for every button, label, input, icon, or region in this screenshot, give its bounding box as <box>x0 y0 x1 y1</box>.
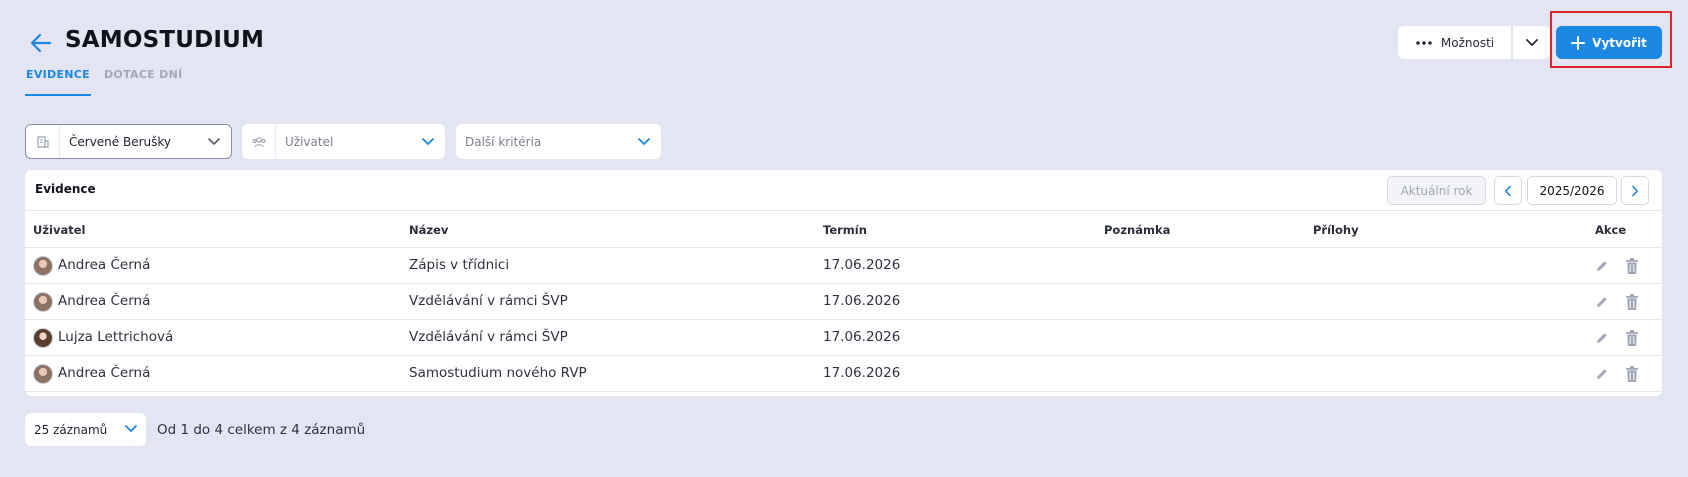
plus-icon <box>1571 35 1586 50</box>
more-criteria-placeholder: Další kritéria <box>465 134 542 149</box>
arrow-left-icon <box>30 33 52 53</box>
column-header-note[interactable]: Poznámka <box>1104 223 1170 237</box>
current-year-button[interactable]: Aktuální rok <box>1387 176 1486 205</box>
table-row[interactable]: Lujza Lettrichová Vzdělávání v rámci ŠVP… <box>25 320 1662 356</box>
column-header-name[interactable]: Název <box>409 223 448 237</box>
previous-year-button[interactable] <box>1494 176 1522 205</box>
row-name: Samostudium nového RVP <box>409 365 587 381</box>
column-header-actions: Akce <box>1595 223 1627 237</box>
trash-icon[interactable] <box>1624 329 1640 347</box>
next-year-button[interactable] <box>1621 176 1649 205</box>
page-title: SAMOSTUDIUM <box>65 27 265 53</box>
options-label: Možnosti <box>1440 35 1495 50</box>
chevron-left-icon <box>1505 185 1511 196</box>
table-row[interactable]: Andrea Černá Vzdělávání v rámci ŠVP 17.0… <box>25 284 1662 320</box>
table-header: Uživatel Název Termín Poznámka Přílohy A… <box>25 210 1662 248</box>
chevron-down-icon <box>422 138 434 145</box>
table-row[interactable]: Andrea Černá Zápis v třídnici 17.06.2026 <box>25 248 1662 284</box>
page-size-select[interactable]: 25 záznamů <box>25 413 146 446</box>
options-button[interactable]: Možnosti <box>1398 26 1511 59</box>
row-date: 17.06.2026 <box>823 329 901 345</box>
user-filter-placeholder: Uživatel <box>285 134 334 149</box>
chevron-down-icon <box>1525 39 1538 46</box>
card-title: Evidence <box>35 182 96 196</box>
row-name: Vzdělávání v rámci ŠVP <box>409 293 568 309</box>
back-button[interactable] <box>28 30 54 56</box>
pencil-icon[interactable] <box>1595 259 1609 273</box>
avatar <box>33 292 53 312</box>
chevron-down-icon <box>125 425 137 432</box>
avatar <box>33 256 53 276</box>
user-filter-select[interactable]: Uživatel <box>242 124 445 159</box>
column-header-date[interactable]: Termín <box>823 223 867 237</box>
column-header-attachments[interactable]: Přílohy <box>1313 223 1359 237</box>
row-user: Andrea Černá <box>58 293 151 309</box>
users-icon <box>252 136 265 147</box>
group-filter-value: Červené Berušky <box>69 134 172 149</box>
row-user: Lujza Lettrichová <box>58 329 174 345</box>
evidence-card: Evidence Aktuální rok 2025/2026 Uživatel… <box>25 170 1662 396</box>
tab-dotace-dni[interactable]: DOTACE DNÍ <box>104 68 183 81</box>
pencil-icon[interactable] <box>1595 295 1609 309</box>
row-date: 17.06.2026 <box>823 365 901 381</box>
chevron-down-icon <box>208 138 220 145</box>
row-name: Vzdělávání v rámci ŠVP <box>409 329 568 345</box>
dots-icon <box>1416 40 1432 45</box>
avatar <box>33 328 53 348</box>
row-name: Zápis v třídnici <box>409 257 510 273</box>
row-user: Andrea Černá <box>58 365 151 381</box>
create-button[interactable]: Vytvořit <box>1556 26 1662 59</box>
row-date: 17.06.2026 <box>823 293 901 309</box>
trash-icon[interactable] <box>1624 257 1640 275</box>
records-info: Od 1 do 4 celkem z 4 záznamů <box>157 422 366 438</box>
page-size-value: 25 záznamů <box>34 422 108 437</box>
trash-icon[interactable] <box>1624 365 1640 383</box>
chevron-down-icon <box>638 138 650 145</box>
school-year-value: 2025/2026 <box>1527 176 1617 205</box>
chevron-right-icon <box>1632 185 1638 196</box>
create-label: Vytvořit <box>1592 35 1647 50</box>
group-filter-select[interactable]: Červené Berušky <box>25 124 232 159</box>
options-dropdown-button[interactable] <box>1513 26 1550 59</box>
pencil-icon[interactable] <box>1595 331 1609 345</box>
tab-evidence[interactable]: EVIDENCE <box>25 68 91 96</box>
more-criteria-select[interactable]: Další kritéria <box>456 124 661 159</box>
row-user: Andrea Černá <box>58 257 151 273</box>
table-row[interactable]: Andrea Černá Samostudium nového RVP 17.0… <box>25 356 1662 392</box>
pencil-icon[interactable] <box>1595 367 1609 381</box>
trash-icon[interactable] <box>1624 293 1640 311</box>
row-date: 17.06.2026 <box>823 257 901 273</box>
building-icon <box>36 135 49 148</box>
column-header-user[interactable]: Uživatel <box>33 223 85 237</box>
avatar <box>33 364 53 384</box>
